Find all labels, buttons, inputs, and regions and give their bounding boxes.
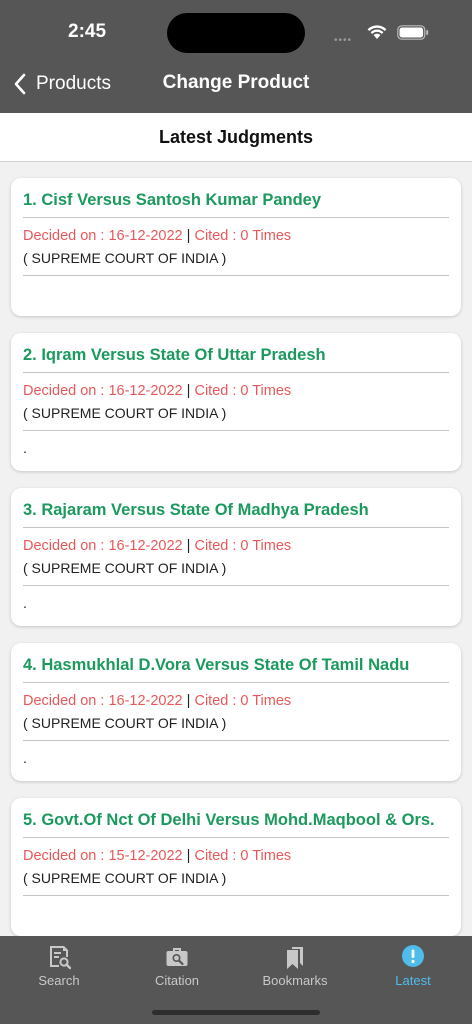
decided-date: Decided on : 16-12-2022	[23, 538, 183, 554]
status-time: 2:45	[68, 21, 107, 42]
bookmarks-icon	[287, 947, 303, 969]
court-name: ( SUPREME COURT OF INDIA )	[23, 404, 449, 431]
wifi-icon	[367, 25, 387, 39]
chevron-left-icon	[14, 73, 26, 95]
tab-latest[interactable]: Latest	[354, 944, 472, 996]
back-button-label: Products	[36, 73, 111, 94]
judgment-title[interactable]: 2. Iqram Versus State Of Uttar Pradesh	[23, 345, 449, 373]
back-button[interactable]: Products	[12, 70, 111, 98]
search-doc-icon	[50, 946, 71, 970]
cited-count: Cited : 0 Times	[194, 693, 292, 709]
judgment-title[interactable]: 5. Govt.Of Nct Of Delhi Versus Mohd.Maqb…	[23, 810, 449, 838]
meta-separator: |	[186, 228, 191, 244]
judgment-meta: Decided on : 16-12-2022 | Cited : 0 Time…	[23, 692, 449, 710]
judgment-title[interactable]: 4. Hasmukhlal D.Vora Versus State Of Tam…	[23, 655, 449, 683]
cited-count: Cited : 0 Times	[194, 228, 292, 244]
meta-separator: |	[186, 693, 191, 709]
tab-search-label: Search	[38, 973, 80, 988]
judgment-card[interactable]: 4. Hasmukhlal D.Vora Versus State Of Tam…	[11, 643, 461, 781]
meta-separator: |	[186, 848, 191, 864]
judgment-snippet: .	[23, 595, 27, 611]
decided-date: Decided on : 16-12-2022	[23, 228, 183, 244]
decided-date: Decided on : 16-12-2022	[23, 383, 183, 399]
court-name: ( SUPREME COURT OF INDIA )	[23, 869, 449, 896]
dynamic-island	[167, 13, 305, 53]
court-name: ( SUPREME COURT OF INDIA )	[23, 559, 449, 586]
meta-separator: |	[186, 383, 191, 399]
judgment-card[interactable]: 3. Rajaram Versus State Of Madhya Prades…	[11, 488, 461, 626]
briefcase-search-icon	[166, 948, 188, 966]
header: 2:45 •••• Products Change Product	[0, 0, 472, 113]
judgment-card[interactable]: 2. Iqram Versus State Of Uttar Pradesh D…	[11, 333, 461, 471]
status-bar: 2:45 ••••	[0, 0, 472, 62]
judgment-list[interactable]: 1. Cisf Versus Santosh Kumar Pandey Deci…	[0, 163, 472, 936]
judgment-snippet	[23, 896, 449, 936]
meta-separator: |	[186, 538, 191, 554]
alert-circle-icon	[402, 945, 424, 967]
tab-citation-label: Citation	[154, 973, 200, 988]
cited-count: Cited : 0 Times	[194, 848, 292, 864]
judgment-card[interactable]: 5. Govt.Of Nct Of Delhi Versus Mohd.Maqb…	[11, 798, 461, 936]
tab-bookmarks-label: Bookmarks	[262, 973, 328, 988]
judgment-meta: Decided on : 16-12-2022 | Cited : 0 Time…	[23, 227, 449, 245]
judgment-meta: Decided on : 15-12-2022 | Cited : 0 Time…	[23, 847, 449, 865]
judgment-card[interactable]: 1. Cisf Versus Santosh Kumar Pandey Deci…	[11, 178, 461, 316]
court-name: ( SUPREME COURT OF INDIA )	[23, 714, 449, 741]
section-header: Latest Judgments	[0, 113, 472, 162]
battery-icon	[397, 25, 429, 40]
tab-search[interactable]: Search	[0, 944, 118, 996]
home-indicator	[152, 1010, 320, 1015]
decided-date: Decided on : 16-12-2022	[23, 693, 183, 709]
cited-count: Cited : 0 Times	[194, 538, 292, 554]
judgment-snippet	[23, 276, 449, 316]
tab-latest-label: Latest	[395, 973, 431, 988]
judgment-title[interactable]: 1. Cisf Versus Santosh Kumar Pandey	[23, 190, 449, 218]
judgment-meta: Decided on : 16-12-2022 | Cited : 0 Time…	[23, 382, 449, 400]
section-title: Latest Judgments	[158, 126, 314, 147]
judgment-title[interactable]: 3. Rajaram Versus State Of Madhya Prades…	[23, 500, 449, 528]
judgment-snippet: .	[23, 750, 27, 766]
signal-dots-icon: ••••	[334, 35, 353, 46]
judgment-meta: Decided on : 16-12-2022 | Cited : 0 Time…	[23, 537, 449, 555]
decided-date: Decided on : 15-12-2022	[23, 848, 183, 864]
court-name: ( SUPREME COURT OF INDIA )	[23, 249, 449, 276]
tab-bookmarks[interactable]: Bookmarks	[236, 944, 354, 996]
cited-count: Cited : 0 Times	[194, 383, 292, 399]
judgment-snippet: .	[23, 440, 27, 456]
tab-citation[interactable]: Citation	[118, 944, 236, 996]
